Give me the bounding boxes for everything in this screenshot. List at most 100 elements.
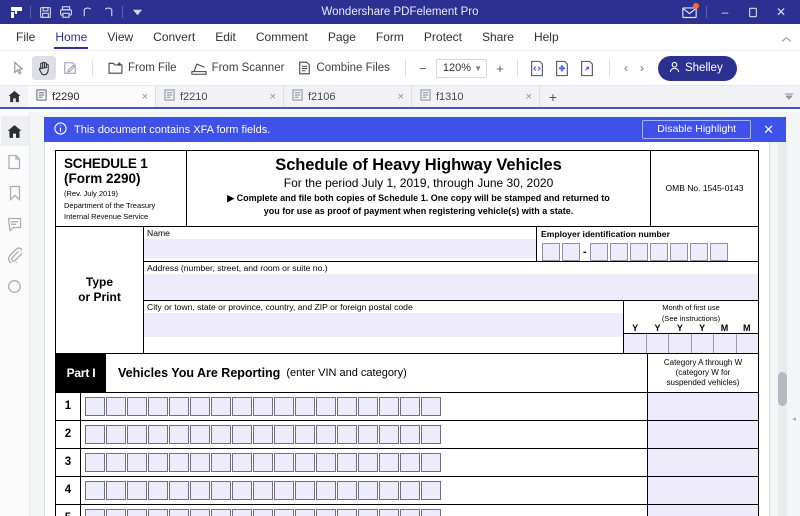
vin-cell[interactable] [316,480,336,500]
panel-collapse-handle[interactable]: ◂ [789,404,799,434]
vin-cell[interactable] [85,424,105,444]
vin-cell[interactable] [169,396,189,416]
vin-cell[interactable] [190,452,210,472]
vin-cell[interactable] [421,424,441,444]
close-icon[interactable]: ✕ [751,122,780,138]
vin-cell[interactable] [253,396,273,416]
vin-cell[interactable] [127,424,147,444]
vin-cell[interactable] [169,452,189,472]
maximize-button[interactable] [740,2,766,22]
ein-cell[interactable] [542,242,560,261]
vin-cell[interactable] [274,480,294,500]
pdf-page[interactable]: SCHEDULE 1 (Form 2290) (Rev. July 2019) … [44,142,770,516]
menu-item-protect[interactable]: Protect [414,27,472,50]
close-button[interactable]: ✕ [768,2,794,22]
menu-item-file[interactable]: File [6,27,45,50]
ein-cell[interactable] [589,242,608,261]
name-input[interactable] [144,238,536,259]
vin-cell[interactable] [127,452,147,472]
month-cell[interactable] [669,333,692,353]
month-cell[interactable] [714,333,737,353]
ein-cell[interactable] [689,242,708,261]
document-tab-f2106[interactable]: f2106 × [284,86,412,107]
vin-cell[interactable] [190,396,210,416]
new-tab-button[interactable]: + [540,86,566,107]
sidebar-item-home[interactable] [0,116,29,146]
customize-dropdown-icon[interactable] [127,2,147,22]
city-input[interactable] [144,312,623,337]
user-profile-button[interactable]: Shelley [657,55,737,81]
vin-cell[interactable] [295,424,315,444]
vin-cell[interactable] [400,508,420,516]
vin-cell[interactable] [274,452,294,472]
category-input[interactable] [648,448,758,476]
vin-cell[interactable] [295,508,315,516]
vin-cell[interactable] [316,424,336,444]
menu-item-form[interactable]: Form [366,27,414,50]
vin-cell[interactable] [421,480,441,500]
vin-cell[interactable] [190,480,210,500]
address-input[interactable] [144,273,758,300]
category-input[interactable] [648,392,758,420]
vin-cell[interactable] [337,452,357,472]
vin-cell[interactable] [232,508,252,516]
vin-cell[interactable] [148,480,168,500]
vin-cell[interactable] [106,424,126,444]
mail-icon[interactable] [677,2,701,22]
prev-page-button[interactable]: ‹ [618,57,634,79]
zoom-in-button[interactable]: + [491,59,509,77]
sidebar-item-attachments[interactable] [1,240,29,270]
vin-cell[interactable] [400,480,420,500]
vin-cell[interactable] [400,452,420,472]
vin-cell[interactable] [211,508,231,516]
vin-cell[interactable] [85,480,105,500]
vin-cell[interactable] [169,424,189,444]
vin-cell[interactable] [400,424,420,444]
vin-cell[interactable] [421,396,441,416]
vin-cell[interactable] [148,396,168,416]
month-cell[interactable] [737,334,759,353]
zoom-out-button[interactable]: − [414,59,432,77]
vin-cell[interactable] [253,508,273,516]
ein-cell[interactable] [562,242,580,261]
document-tab-f2210[interactable]: f2210 × [156,86,284,107]
disable-highlight-button[interactable]: Disable Highlight [642,120,752,139]
vin-cell[interactable] [379,396,399,416]
vin-cell[interactable] [190,508,210,516]
print-icon[interactable] [56,2,76,22]
category-input[interactable] [648,476,758,504]
month-cell[interactable] [692,333,714,353]
vin-cell[interactable] [358,452,378,472]
combine-files-button[interactable]: Combine Files [291,58,397,78]
vin-cell[interactable] [211,480,231,500]
vin-cell[interactable] [358,480,378,500]
sidebar-item-bookmarks[interactable] [1,178,29,208]
save-icon[interactable] [35,2,55,22]
next-page-button[interactable]: › [634,57,650,79]
ein-cell[interactable] [709,242,728,261]
vin-cell[interactable] [421,452,441,472]
ein-cell[interactable] [669,242,688,261]
vin-cell[interactable] [211,452,231,472]
vin-cell[interactable] [106,452,126,472]
vin-cell[interactable] [295,452,315,472]
menu-item-comment[interactable]: Comment [246,27,318,50]
document-tab-f2290[interactable]: f2290 × [28,86,156,107]
vin-cell[interactable] [316,508,336,516]
vin-cell[interactable] [148,424,168,444]
vin-cell[interactable] [358,508,378,516]
menu-item-home[interactable]: Home [45,27,97,50]
ein-cell[interactable] [649,242,668,261]
vin-cell[interactable] [337,396,357,416]
vin-cell[interactable] [400,396,420,416]
vin-cell[interactable] [127,480,147,500]
vin-cell[interactable] [211,424,231,444]
vin-cell[interactable] [358,424,378,444]
ein-cell[interactable] [629,242,648,261]
vin-cell[interactable] [295,396,315,416]
vin-cell[interactable] [316,452,336,472]
vin-cell[interactable] [379,452,399,472]
vin-cell[interactable] [358,396,378,416]
vin-cell[interactable] [127,508,147,516]
vin-cell[interactable] [337,508,357,516]
